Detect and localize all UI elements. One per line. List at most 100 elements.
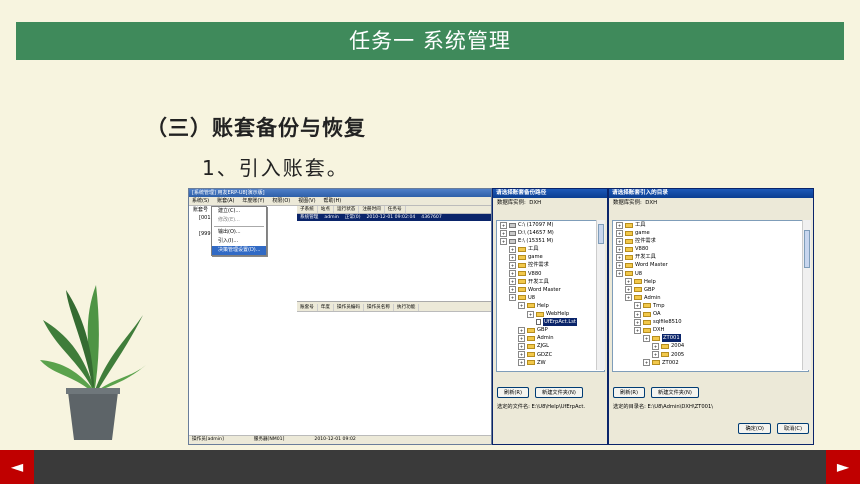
slide-banner-title: 任务一 系统管理 (16, 22, 844, 60)
list-item[interactable]: +2004 (613, 342, 808, 350)
previous-slide-button[interactable]: ◄ (0, 450, 34, 484)
expand-toggle-icon[interactable]: + (652, 342, 659, 350)
expand-toggle-icon[interactable]: + (518, 351, 525, 359)
list-item[interactable]: + DXH (613, 326, 808, 334)
expand-toggle-icon[interactable]: + (616, 270, 623, 278)
list-item[interactable]: + WebHelp (497, 310, 604, 318)
expand-toggle-icon[interactable]: + (518, 326, 525, 334)
scroll-thumb[interactable] (598, 224, 604, 244)
table-row[interactable]: 系统管理 admin 正常(0) 2010-12-01 09:02:04 436… (297, 214, 491, 221)
list-item[interactable]: + 控件需求 (613, 237, 808, 245)
list-item[interactable]: + Admin (613, 294, 808, 302)
ctx-modify[interactable]: 修改(E)... (212, 216, 266, 225)
list-item[interactable]: + ZT002 (613, 359, 808, 367)
list-item[interactable]: + D:\ (14657 M) (497, 229, 604, 237)
expand-toggle-icon[interactable]: + (527, 310, 534, 318)
expand-toggle-icon[interactable]: + (509, 262, 516, 270)
expand-toggle-icon[interactable]: + (509, 294, 516, 302)
menu-system[interactable]: 系统(S) (192, 197, 209, 205)
list-item[interactable]: + E:\ (15351 M) (497, 237, 604, 245)
ctx-create[interactable]: 建立(C)... (212, 207, 266, 216)
expand-toggle-icon[interactable]: + (616, 229, 623, 237)
dialog2-refresh-button[interactable]: 刷新(R) (613, 387, 646, 398)
expand-toggle-icon[interactable]: + (509, 286, 516, 294)
expand-toggle-icon[interactable]: + (509, 270, 516, 278)
list-item[interactable]: + C:\ (17097 M) (497, 221, 604, 229)
dialog1-refresh-button[interactable]: 刷新(R) (497, 387, 530, 398)
list-item[interactable]: + 控件需求 (497, 261, 604, 270)
list-item[interactable]: + 开发工具 (613, 253, 808, 261)
ctx-export[interactable]: 输出(O)... (212, 228, 266, 237)
list-item[interactable]: + game (497, 253, 604, 261)
menu-permission[interactable]: 权限(O) (272, 197, 290, 205)
list-item[interactable]: + GBP (497, 326, 604, 334)
expand-toggle-icon[interactable]: + (518, 334, 525, 342)
expand-toggle-icon[interactable]: + (500, 221, 507, 229)
expand-toggle-icon[interactable]: + (643, 334, 650, 342)
menu-help[interactable]: 帮助(H) (324, 197, 342, 205)
list-item[interactable]: + 工具 (497, 245, 604, 253)
expand-toggle-icon[interactable]: + (500, 229, 507, 237)
expand-toggle-icon[interactable]: + (634, 310, 641, 318)
expand-toggle-icon[interactable]: + (518, 359, 525, 367)
list-item[interactable]: + GDZC (497, 351, 604, 359)
menu-account[interactable]: 账套(A) (217, 197, 234, 205)
expand-toggle-icon[interactable]: + (625, 294, 632, 302)
dialog1-scrollbar[interactable] (596, 220, 605, 370)
expand-toggle-icon[interactable]: + (634, 302, 641, 310)
list-item[interactable]: + GBP (613, 286, 808, 294)
tree-node-label: 控件需求 (635, 238, 656, 245)
list-item[interactable]: + U8 (497, 294, 604, 302)
expand-toggle-icon[interactable]: + (634, 318, 641, 326)
expand-toggle-icon[interactable]: + (625, 286, 632, 294)
list-item[interactable]: + 工具 (613, 221, 808, 229)
status-time: 2010-12-01 09:02 (314, 437, 356, 442)
expand-toggle-icon[interactable]: + (509, 278, 516, 286)
dialog2-scrollbar[interactable] (802, 220, 811, 370)
list-item[interactable]: + 开发工具 (497, 278, 604, 286)
expand-toggle-icon[interactable]: + (625, 278, 632, 286)
expand-toggle-icon[interactable]: + (518, 342, 525, 350)
expand-toggle-icon[interactable]: + (616, 221, 623, 229)
expand-toggle-icon[interactable]: + (616, 237, 623, 245)
list-item[interactable]: + ZW (497, 359, 604, 367)
list-item[interactable]: + ZT001 (613, 334, 808, 343)
ctx-decision-settings[interactable]: 决策管理设置(D)... (212, 246, 266, 255)
list-item[interactable]: + ZJGL (497, 342, 604, 350)
expand-toggle-icon[interactable]: + (509, 253, 516, 261)
list-item[interactable]: + Help (613, 278, 808, 286)
list-item[interactable]: + Word Master (497, 286, 604, 294)
expand-toggle-icon[interactable]: + (652, 351, 659, 359)
expand-toggle-icon[interactable]: + (634, 326, 641, 334)
list-item[interactable]: UfErpAct.Lst (497, 318, 604, 327)
list-item[interactable]: + sqlfile8510 (613, 318, 808, 326)
dialog2-folder-tree[interactable]: + 工具 + game + 控件需求 + V880 + 开发工具 + Word Master + U8 + H… (612, 220, 809, 372)
expand-toggle-icon[interactable]: + (616, 262, 623, 270)
list-item[interactable]: +2005 (613, 351, 808, 359)
list-item[interactable]: + V880 (613, 245, 808, 253)
list-item[interactable]: + V880 (497, 270, 604, 278)
dialog2-new-folder-button[interactable]: 新建文件夹(N) (651, 387, 699, 398)
expand-toggle-icon[interactable]: + (616, 245, 623, 253)
menu-year-account[interactable]: 年度账(Y) (242, 197, 264, 205)
ok-button[interactable]: 确定(O) (738, 423, 771, 434)
scroll-thumb[interactable] (804, 230, 810, 268)
list-item[interactable]: + Word Master (613, 261, 808, 270)
next-slide-button[interactable]: ► (826, 450, 860, 484)
dialog1-folder-tree[interactable]: + C:\ (17097 M) + D:\ (14657 M) + E:\ (15351 … (496, 220, 605, 372)
list-item[interactable]: + game (613, 229, 808, 237)
cancel-button[interactable]: 取消(C) (776, 423, 809, 434)
expand-toggle-icon[interactable]: + (643, 359, 650, 367)
expand-toggle-icon[interactable]: + (616, 253, 623, 261)
menu-view[interactable]: 视图(V) (298, 197, 315, 205)
list-item[interactable]: + U8 (613, 270, 808, 278)
expand-toggle-icon[interactable]: + (518, 302, 525, 310)
ctx-import[interactable]: 引入(I)... (212, 237, 266, 246)
list-item[interactable]: + OA (613, 310, 808, 318)
expand-toggle-icon[interactable]: + (509, 245, 516, 253)
list-item[interactable]: + Admin (497, 334, 604, 342)
expand-toggle-icon[interactable]: + (500, 237, 507, 245)
list-item[interactable]: + Help (497, 302, 604, 310)
dialog1-new-folder-button[interactable]: 新建文件夹(N) (535, 387, 583, 398)
list-item[interactable]: + Tmp (613, 302, 808, 310)
